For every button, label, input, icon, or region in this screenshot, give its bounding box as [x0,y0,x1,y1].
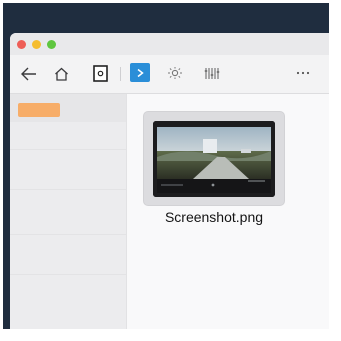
adjustments-button[interactable] [203,64,221,82]
home-icon [54,67,68,81]
arrow-left-icon [21,67,36,81]
file-item[interactable]: Screenshot.png [144,112,284,232]
sliders-icon [204,67,220,79]
close-window-button[interactable] [17,40,26,49]
thumbnail-image-icon [153,121,275,197]
sidebar [10,94,127,329]
file-content-area: Screenshot.png [127,94,329,329]
thumbnail-preview [153,121,275,197]
toolbar [10,55,329,94]
back-button[interactable] [20,65,38,83]
sidebar-divider [10,189,126,190]
play-icon [137,68,144,77]
home-button[interactable] [52,65,70,83]
sidebar-divider [10,274,126,275]
title-bar [10,33,329,55]
sidebar-header [10,94,126,122]
file-browser-window: Screenshot.png [10,33,329,329]
document-button[interactable] [92,64,108,82]
play-button[interactable] [130,63,150,82]
file-name-label[interactable]: Screenshot.png [144,209,284,225]
toolbar-divider [120,67,121,81]
more-dots-icon [296,71,310,75]
image-thumbnail[interactable] [144,112,284,205]
sidebar-divider [10,234,126,235]
document-icon [92,64,108,82]
sidebar-selected-tag[interactable] [18,103,60,117]
more-button[interactable] [294,64,312,82]
minimize-window-button[interactable] [32,40,41,49]
brightness-button[interactable] [166,64,184,82]
sun-icon [168,67,182,79]
maximize-window-button[interactable] [47,40,56,49]
sidebar-divider [10,149,126,150]
